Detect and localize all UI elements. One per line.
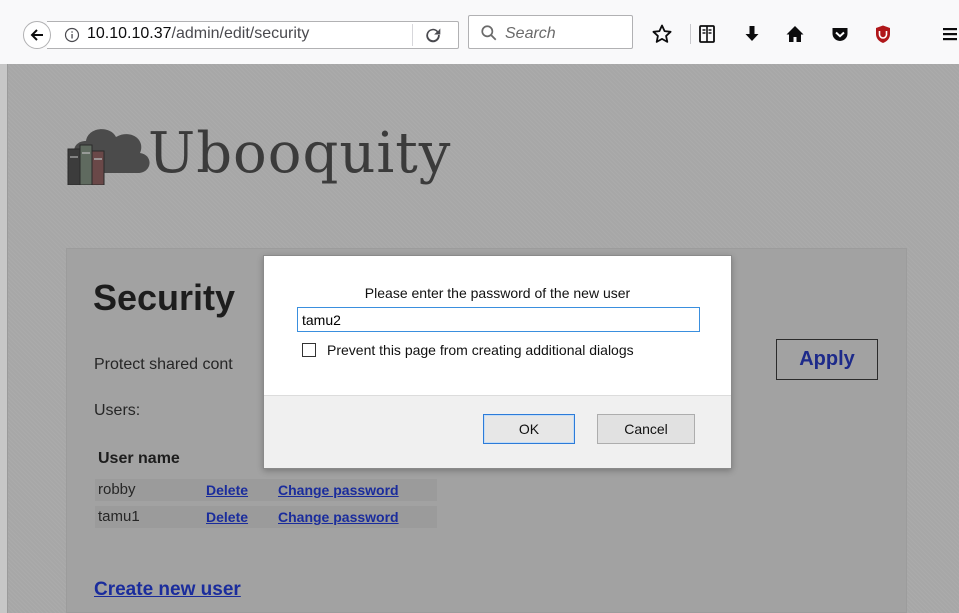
menu-icon[interactable] [939,23,959,45]
pocket-icon[interactable] [829,23,851,45]
page-left-edge [0,64,8,613]
back-arrow-icon [30,29,43,41]
ublock-icon[interactable] [872,23,894,45]
url-text[interactable]: 10.10.10.37/admin/edit/security [87,25,309,43]
info-icon[interactable] [64,27,80,43]
delete-user-link[interactable]: Delete [206,482,248,498]
toolbar-divider [690,24,691,44]
table-row: robby Delete Change password [95,479,437,501]
reader-view-icon[interactable] [696,23,718,45]
password-input[interactable] [297,307,700,332]
ok-button[interactable]: OK [483,414,575,444]
back-button[interactable] [23,21,51,49]
table-row: tamu1 Delete Change password [95,506,437,528]
prevent-dialogs-label[interactable]: Prevent this page from creating addition… [327,342,634,358]
cancel-button[interactable]: Cancel [597,414,695,444]
delete-user-link[interactable]: Delete [206,509,248,525]
browser-toolbar: 10.10.10.37/admin/edit/security Search [0,0,959,64]
page-title: Security [93,277,236,318]
download-icon[interactable] [741,23,763,45]
change-password-link[interactable]: Change password [278,509,399,525]
search-placeholder: Search [505,25,556,42]
url-path: /admin/edit/security [171,25,310,42]
dialog-message: Please enter the password of the new use… [364,285,631,301]
reload-icon[interactable] [424,26,442,44]
prevent-dialogs-checkbox[interactable] [302,343,316,357]
apply-button[interactable]: Apply [776,339,878,380]
bookmark-star-icon[interactable] [651,23,673,45]
dialog-footer-divider [264,395,731,396]
url-host: 10.10.10.37 [87,25,172,42]
logo-text: Ubooquity [148,121,452,186]
table-header-username: User name [98,450,180,467]
protect-description: Protect shared cont [94,356,233,373]
dialog-body: Please enter the password of the new use… [264,256,731,395]
home-icon[interactable] [784,23,806,45]
change-password-link[interactable]: Change password [278,482,399,498]
password-prompt-dialog: Please enter the password of the new use… [263,255,732,469]
user-name: tamu1 [98,508,140,525]
url-separator [412,24,413,46]
users-label: Users: [94,402,141,419]
create-user-link[interactable]: Create new user [94,579,241,601]
search-icon [481,25,497,41]
user-name: robby [98,481,136,498]
book-cloud-logo-icon [67,129,150,185]
